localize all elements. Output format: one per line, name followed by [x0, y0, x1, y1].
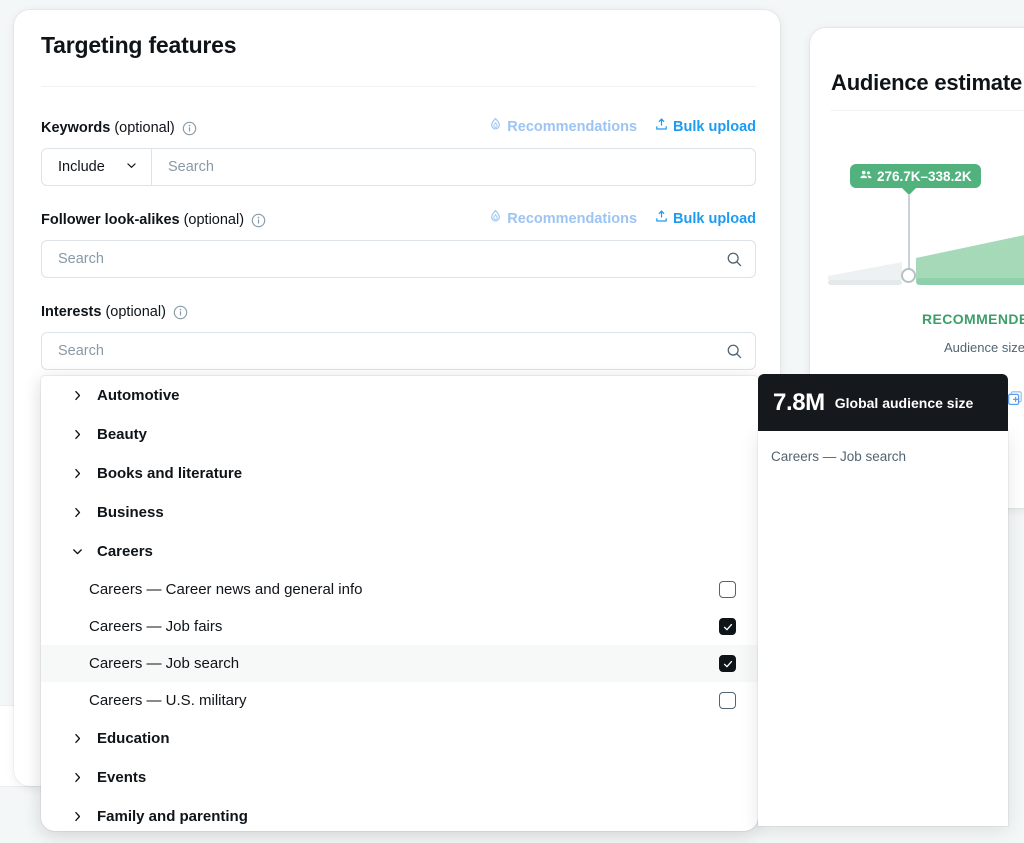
keywords-label-actions: Recommendations Bulk upload	[488, 117, 756, 136]
interest-category-row[interactable]: Automotive	[41, 376, 758, 415]
keywords-label-row: Keywords (optional) Recommendations Bulk…	[41, 117, 756, 138]
interests-optional-text: (optional)	[105, 304, 166, 320]
global-audience-tooltip: 7.8M Global audience size	[758, 374, 1008, 431]
search-icon[interactable]	[713, 343, 755, 360]
audience-divider	[831, 110, 1024, 111]
follower-lookalikes-input-wrap	[41, 240, 756, 278]
global-audience-value: 7.8M	[773, 388, 825, 416]
info-icon[interactable]	[251, 213, 266, 228]
interest-category-label: Business	[97, 504, 164, 521]
recommendations-link[interactable]: Recommendations	[488, 117, 637, 136]
interests-label-row: Interests (optional)	[41, 302, 756, 322]
interest-item-row[interactable]: Careers — Career news and general info	[41, 571, 758, 608]
audience-group-icon	[859, 168, 873, 185]
interest-item-label: Careers — Job fairs	[89, 618, 223, 635]
interest-item-row[interactable]: Careers — Job search	[41, 645, 758, 682]
chevron-down-icon	[125, 159, 138, 176]
interest-category-row[interactable]: Family and parenting	[41, 797, 758, 831]
bulk-upload-link[interactable]: Bulk upload	[654, 209, 756, 228]
interest-item-label: Careers — U.S. military	[89, 692, 247, 709]
chevron-right-icon	[71, 467, 93, 480]
interest-category-row[interactable]: Business	[41, 493, 758, 532]
follower-lookalikes-label: Follower look-alikes	[41, 212, 180, 228]
bulk-upload-link-label: Bulk upload	[673, 118, 756, 135]
info-icon[interactable]	[182, 121, 197, 136]
keywords-label: Keywords	[41, 120, 111, 136]
keywords-include-select[interactable]: Include	[42, 149, 152, 185]
interest-item-label: Careers — Career news and general info	[89, 581, 363, 598]
follower-lookalikes-optional-text: (optional)	[183, 212, 245, 228]
follower-lookalikes-field-block: Follower look-alikes (optional) Recommen…	[41, 209, 756, 278]
interest-category-row[interactable]: Events	[41, 758, 758, 797]
keywords-field-block: Keywords (optional) Recommendations Bulk…	[41, 117, 756, 186]
sparkle-icon	[488, 209, 503, 228]
gauge-marker-stem	[908, 194, 910, 273]
interest-category-label: Events	[97, 769, 147, 786]
selected-interest-item: Careers — Job search	[771, 449, 907, 464]
audience-size-gauge: 276.7K–338.2K RECOMMENDED Audience size	[822, 158, 1024, 355]
recommendations-link-label: Recommendations	[507, 118, 638, 135]
interests-label: Interests	[41, 304, 102, 320]
interest-category-label: Careers	[97, 543, 153, 560]
chevron-right-icon	[71, 428, 93, 441]
interest-item-checkbox[interactable]	[719, 692, 736, 709]
audience-range-badge: 276.7K–338.2K	[850, 164, 981, 188]
title-divider	[41, 86, 756, 87]
recommendations-link[interactable]: Recommendations	[488, 209, 637, 228]
chevron-right-icon	[71, 389, 93, 402]
interest-category-label: Beauty	[97, 426, 148, 443]
interest-item-checkbox[interactable]	[719, 618, 736, 635]
interests-field-block: Interests (optional)	[41, 302, 756, 370]
selected-interests-panel: Careers — Job search	[758, 431, 1008, 826]
add-to-selection-icon[interactable]	[1006, 390, 1024, 413]
follower-lookalikes-label-row: Follower look-alikes (optional) Recommen…	[41, 209, 756, 230]
chevron-right-icon	[71, 771, 93, 784]
interest-item-checkbox[interactable]	[719, 655, 736, 672]
follower-lookalikes-label-actions: Recommendations Bulk upload	[488, 209, 756, 228]
keywords-input-wrap: Include	[41, 148, 756, 186]
chevron-right-icon	[71, 506, 93, 519]
audience-size-caption: Audience size	[944, 340, 1024, 355]
gauge-marker-handle[interactable]	[901, 268, 916, 283]
audience-estimate-title: Audience estimate	[831, 70, 1023, 95]
page-title: Targeting features	[41, 32, 237, 58]
interest-category-label: Books and literature	[97, 465, 243, 482]
interest-item-row[interactable]: Careers — Job fairs	[41, 608, 758, 645]
interest-category-label: Automotive	[97, 387, 180, 404]
chevron-down-icon	[71, 545, 93, 558]
interests-input-wrap	[41, 332, 756, 370]
search-icon[interactable]	[713, 251, 755, 268]
interest-item-label: Careers — Job search	[89, 655, 240, 672]
keywords-optional-text: (optional)	[114, 120, 175, 136]
chevron-right-icon	[71, 810, 93, 823]
interests-dropdown-panel: Automotive Beauty Books and literature Busi…	[41, 376, 758, 831]
interest-category-row[interactable]: Books and literature	[41, 454, 758, 493]
chevron-right-icon	[71, 732, 93, 745]
recommended-label: RECOMMENDED	[922, 311, 1024, 327]
info-icon[interactable]	[173, 305, 188, 320]
bulk-upload-link-label: Bulk upload	[673, 210, 756, 227]
interest-item-row[interactable]: Careers — U.S. military	[41, 682, 758, 719]
interests-search-input[interactable]	[42, 333, 713, 369]
interest-category-row[interactable]: Careers	[41, 532, 758, 571]
global-audience-caption: Global audience size	[834, 394, 974, 411]
sparkle-icon	[488, 117, 503, 136]
interest-category-row[interactable]: Education	[41, 719, 758, 758]
interest-category-label: Education	[97, 730, 170, 747]
keywords-include-value: Include	[58, 159, 105, 175]
interest-category-row[interactable]: Beauty	[41, 415, 758, 454]
follower-lookalikes-search-input[interactable]	[42, 241, 713, 277]
keywords-search-input[interactable]	[152, 149, 755, 185]
bulk-upload-link[interactable]: Bulk upload	[654, 117, 756, 136]
audience-range-value: 276.7K–338.2K	[877, 168, 972, 184]
recommendations-link-label: Recommendations	[507, 210, 638, 227]
interest-category-label: Family and parenting	[97, 808, 248, 825]
interest-item-checkbox[interactable]	[719, 581, 736, 598]
upload-icon	[654, 209, 669, 228]
upload-icon	[654, 117, 669, 136]
